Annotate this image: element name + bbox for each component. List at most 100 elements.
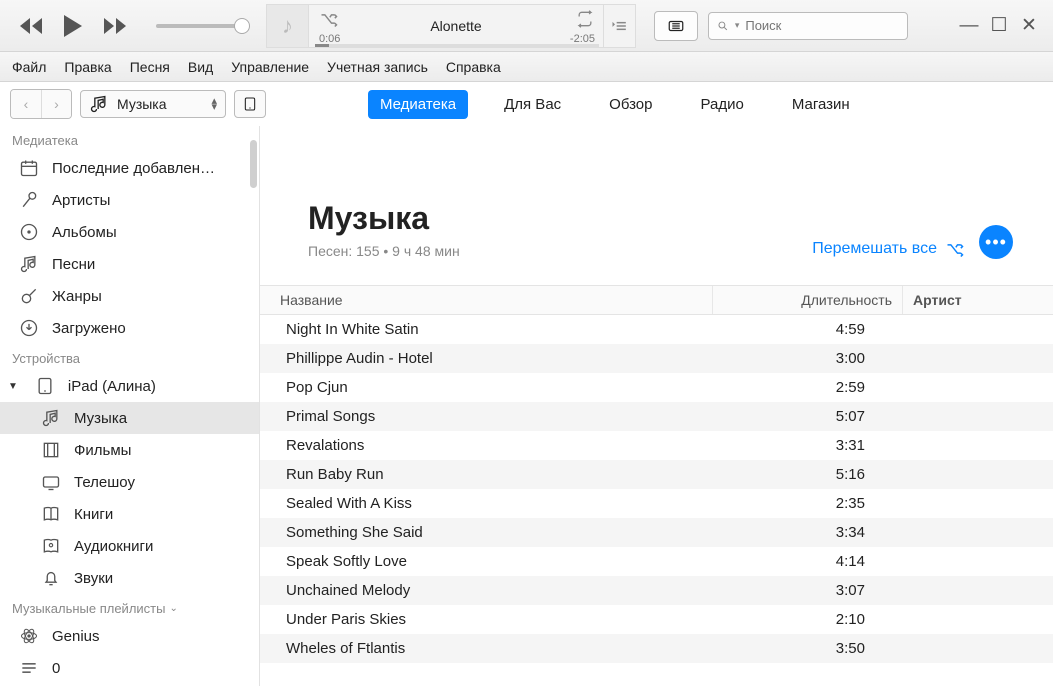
sidebar-item[interactable]: Артисты [0,184,259,216]
song-row[interactable]: Sealed With A Kiss2:35 [260,489,1053,518]
minimize-button[interactable]: — [959,15,979,37]
library-picker[interactable]: Музыка ▴▾ [80,90,226,118]
disclosure-triangle-icon[interactable]: ▼ [8,381,18,392]
note-icon [18,254,40,274]
sidebar-device[interactable]: ▼ iPad (Алина) [0,370,259,402]
tab-Магазин[interactable]: Магазин [780,90,862,119]
more-actions-button[interactable]: ••• [979,225,1013,259]
next-button[interactable] [102,16,128,36]
up-next-icon[interactable] [603,5,635,47]
tab-Обзор[interactable]: Обзор [597,90,664,119]
song-row[interactable]: Night In White Satin4:59 [260,315,1053,344]
song-name: Speak Softly Love [260,547,713,576]
col-duration[interactable]: Длительность [713,286,903,314]
sidebar-item-label: Жанры [52,288,102,305]
song-duration: 4:59 [713,315,903,344]
tab-Радио[interactable]: Радио [689,90,756,119]
song-row[interactable]: Under Paris Skies2:10 [260,605,1053,634]
prev-button[interactable] [18,16,44,36]
nav-back-button[interactable]: ‹ [11,90,41,118]
song-name: Revalations [260,431,713,460]
song-duration: 2:10 [713,605,903,634]
sidebar-section-playlists: Музыкальные плейлисты ⌄ [0,594,259,620]
song-duration: 2:59 [713,373,903,402]
song-artist [903,460,1053,489]
sidebar-item-label: Артисты [52,192,110,209]
menu-Файл[interactable]: Файл [12,59,46,75]
main-tabs: Медиатека Для Вас Обзор Радио Магазин [276,90,862,119]
song-row[interactable]: Wheles of Ftlantis3:50 [260,634,1053,663]
sidebar-item[interactable]: Звуки [0,562,259,594]
song-row[interactable]: Run Baby Run5:16 [260,460,1053,489]
film-icon [40,440,62,460]
shuffle-icon [945,239,965,259]
menu-Учетная запись[interactable]: Учетная запись [327,59,428,75]
sidebar-item[interactable]: Аудиокниги [0,530,259,562]
maximize-button[interactable]: ☐ [989,14,1009,37]
guitar-icon [18,286,40,306]
sidebar-item[interactable]: Фильмы [0,434,259,466]
song-row[interactable]: Revalations3:31 [260,431,1053,460]
device-label: iPad (Алина) [68,378,156,395]
menu-bar: Файл Правка Песня Вид Управление Учетная запи… [0,52,1053,82]
repeat-icon[interactable] [575,9,595,29]
shuffle-icon[interactable] [319,9,339,29]
song-name: Phillippe Audin - Hotel [260,344,713,373]
song-duration: 3:50 [713,634,903,663]
ipad-icon [34,376,56,396]
menu-Песня[interactable]: Песня [130,59,170,75]
menu-Правка[interactable]: Правка [64,59,111,75]
sidebar-item[interactable]: Книги [0,498,259,530]
song-duration: 3:31 [713,431,903,460]
bell-icon [40,568,62,588]
view-mode-button[interactable] [654,11,698,41]
song-duration: 3:07 [713,576,903,605]
sidebar-item[interactable]: 0 [0,652,259,684]
song-duration: 5:07 [713,402,903,431]
song-row[interactable]: Something She Said3:34 [260,518,1053,547]
player-bar: ♪ Alonette 0:06 -2:05 ▾ — ☐ ✕ [0,0,1053,52]
tab-Медиатека[interactable]: Медиатека [368,90,468,119]
sidebar-item[interactable]: Песни [0,248,259,280]
sidebar-item[interactable]: Загружено [0,312,259,344]
sidebar-item[interactable]: Genius [0,620,259,652]
device-button[interactable] [234,90,266,118]
menu-Справка[interactable]: Справка [446,59,501,75]
sidebar-item-label: Genius [52,628,100,645]
menu-Управление[interactable]: Управление [231,59,309,75]
search-input[interactable] [745,18,899,33]
progress-bar[interactable] [315,44,599,47]
sidebar-item[interactable]: Последние добавлен… [0,152,259,184]
sidebar-item[interactable]: Жанры [0,280,259,312]
play-button[interactable] [62,13,84,39]
song-name: Pop Cjun [260,373,713,402]
song-artist [903,576,1053,605]
sidebar-item-label: Фильмы [74,442,131,459]
song-name: Under Paris Skies [260,605,713,634]
search-field[interactable]: ▾ [708,12,908,40]
sidebar-item-label: Альбомы [52,224,117,241]
song-row[interactable]: Unchained Melody3:07 [260,576,1053,605]
playlist-icon [18,658,40,678]
song-row[interactable]: Phillippe Audin - Hotel3:00 [260,344,1053,373]
sidebar-item[interactable]: Альбомы [0,216,259,248]
menu-Вид[interactable]: Вид [188,59,213,75]
col-name[interactable]: Название [260,286,713,314]
volume-slider[interactable] [156,24,242,28]
song-row[interactable]: Speak Softly Love4:14 [260,547,1053,576]
song-row[interactable]: Primal Songs5:07 [260,402,1053,431]
main-content: Музыка Песен: 155 • 9 ч 48 мин Перемешат… [260,126,1053,686]
chevron-down-icon[interactable]: ⌄ [169,603,177,614]
sidebar-item[interactable]: Телешоу [0,466,259,498]
table-header: Название Длительность Артист [260,285,1053,315]
col-artist[interactable]: Артист [903,286,1053,314]
sidebar-item[interactable]: Музыка [0,402,259,434]
scrollbar-thumb[interactable] [250,140,257,188]
shuffle-all-button[interactable]: Перемешать все [812,239,965,259]
download-icon [18,318,40,338]
tab-Для Вас[interactable]: Для Вас [492,90,573,119]
nav-forward-button[interactable]: › [41,90,71,118]
song-row[interactable]: Pop Cjun2:59 [260,373,1053,402]
now-playing-display: ♪ Alonette 0:06 -2:05 [266,4,636,48]
close-button[interactable]: ✕ [1019,14,1039,37]
